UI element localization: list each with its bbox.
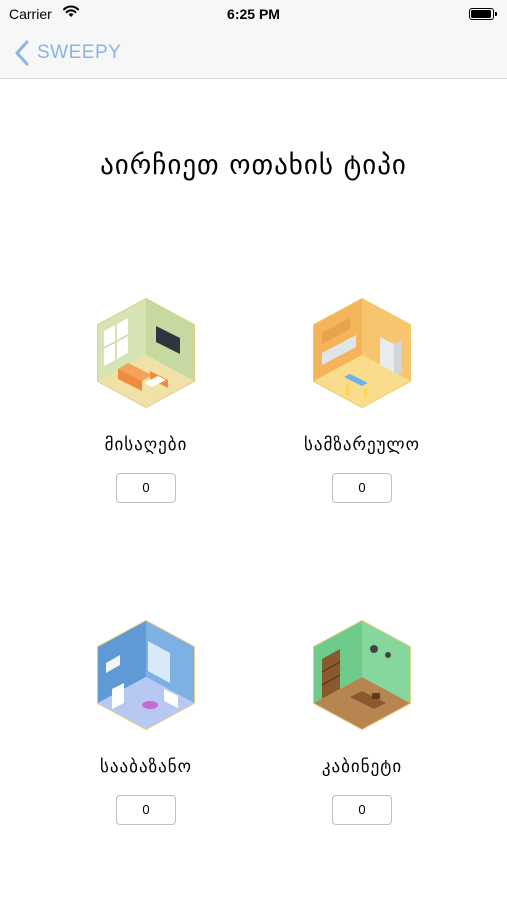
room-card-study[interactable]: კაბინეტი 0: [272, 619, 452, 825]
battery-icon: [469, 8, 497, 20]
room-quantity-bathroom[interactable]: 0: [116, 795, 176, 825]
bathroom-icon: [97, 619, 195, 731]
room-card-living-room[interactable]: მისაღები 0: [56, 297, 236, 503]
room-name-bathroom: სააბაზანო: [100, 757, 192, 777]
room-card-kitchen[interactable]: სამზარეულო 0: [272, 297, 452, 503]
room-quantity-kitchen[interactable]: 0: [332, 473, 392, 503]
living-room-icon: [97, 297, 195, 409]
page-title: აირჩიეთ ოთახის ტიპი: [100, 150, 407, 181]
room-quantity-study[interactable]: 0: [332, 795, 392, 825]
navigation-bar: SWEEPY: [0, 28, 507, 79]
back-button-label: SWEEPY: [37, 42, 122, 63]
back-button[interactable]: SWEEPY: [14, 40, 121, 66]
status-bar: Carrier 6:25 PM: [0, 0, 507, 28]
room-name-living-room: მისაღები: [104, 435, 188, 455]
room-name-kitchen: სამზარეულო: [303, 435, 421, 455]
room-name-study: კაბინეტი: [321, 757, 403, 777]
room-card-bathroom[interactable]: სააბაზანო 0: [56, 619, 236, 825]
room-quantity-living-room[interactable]: 0: [116, 473, 176, 503]
status-time: 6:25 PM: [227, 6, 280, 22]
study-icon: [313, 619, 411, 731]
chevron-left-icon: [15, 40, 29, 66]
kitchen-icon: [313, 297, 411, 409]
